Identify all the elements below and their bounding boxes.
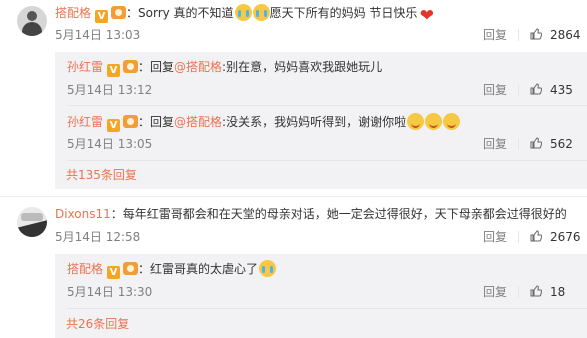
like-button[interactable]: 435 bbox=[530, 82, 573, 98]
comment-content: Dixons11：每年红雷哥都会和在天堂的母亲对话，她一定会过得很好，天下母亲都… bbox=[55, 205, 567, 223]
like-count: 18 bbox=[550, 285, 566, 299]
reply-separator bbox=[67, 105, 587, 106]
smile-emoji-icon bbox=[425, 113, 443, 130]
comment-text: ：Sorry 真的不知道 bbox=[126, 6, 234, 20]
verified-icon: V bbox=[95, 10, 109, 23]
reply-time: 5月14日 13:05 bbox=[67, 137, 153, 151]
divider bbox=[518, 84, 519, 96]
thumbs-up-icon bbox=[530, 83, 542, 95]
divider bbox=[518, 286, 519, 298]
smile-emoji-icon bbox=[407, 113, 425, 130]
thumbs-up-icon bbox=[530, 137, 542, 149]
divider bbox=[518, 138, 519, 150]
thumbs-up-icon bbox=[530, 28, 542, 40]
reply-text: :别在意，妈妈喜欢我跟她玩儿 bbox=[222, 60, 383, 74]
reply-time: 5月14日 13:12 bbox=[67, 83, 153, 97]
reply-button[interactable]: 回复 bbox=[483, 82, 507, 98]
thumbs-up-icon bbox=[530, 230, 542, 242]
like-button[interactable]: 2676 bbox=[530, 229, 581, 245]
comment-time: 5月14日 13:03 bbox=[55, 28, 141, 42]
reply-text: :没关系，我妈妈听得到，谢谢你啦 bbox=[222, 115, 407, 129]
reply-button[interactable]: 回复 bbox=[483, 229, 507, 245]
reply-prefix: ：回复 bbox=[138, 60, 175, 74]
reply-prefix: ：回复 bbox=[138, 115, 175, 129]
mention-link[interactable]: @搭配格 bbox=[174, 60, 222, 74]
smile-emoji-icon bbox=[443, 113, 461, 130]
user-name[interactable]: 搭配格 bbox=[67, 262, 103, 276]
comment-text-continued: 愿天下所有的妈妈 节日快乐 bbox=[269, 6, 418, 20]
crying-emoji-icon bbox=[259, 260, 277, 277]
heart-emoji-icon: ❤ bbox=[419, 6, 435, 26]
user-name[interactable]: 搭配格 bbox=[55, 6, 91, 20]
member-level-icon bbox=[111, 6, 127, 19]
avatar[interactable] bbox=[17, 6, 47, 36]
member-level-icon bbox=[123, 60, 139, 73]
reply-content: 孙红雷 V ：回复@搭配格:别在意，妈妈喜欢我跟她玩儿 bbox=[67, 58, 382, 77]
reply-button[interactable]: 回复 bbox=[483, 136, 507, 152]
comment-separator bbox=[0, 196, 587, 197]
mention-link[interactable]: @搭配格 bbox=[174, 115, 222, 129]
crying-emoji-icon bbox=[252, 4, 270, 21]
divider bbox=[518, 231, 519, 243]
comment-content: 搭配格 V ：Sorry 真的不知道 愿天下所有的妈妈 节日快乐 ❤ bbox=[55, 4, 435, 25]
reply-time: 5月14日 13:30 bbox=[67, 285, 153, 299]
reply-separator bbox=[67, 160, 587, 161]
reply-button[interactable]: 回复 bbox=[483, 284, 507, 300]
like-count: 435 bbox=[550, 83, 573, 97]
verified-icon: V bbox=[107, 119, 121, 132]
avatar[interactable] bbox=[17, 207, 47, 237]
like-button[interactable]: 18 bbox=[530, 284, 565, 300]
member-level-icon bbox=[123, 115, 139, 128]
reply-content: 搭配格 V ：红雷哥真的太虐心了 bbox=[67, 260, 277, 279]
reply-content: 孙红雷 V ：回复@搭配格:没关系，我妈妈听得到，谢谢你啦 bbox=[67, 113, 461, 132]
comment-time: 5月14日 12:58 bbox=[55, 230, 141, 244]
reply-text: ：红雷哥真的太虐心了 bbox=[138, 262, 259, 276]
user-name[interactable]: 孙红雷 bbox=[67, 115, 103, 129]
reply-separator bbox=[67, 308, 587, 309]
divider bbox=[518, 29, 519, 41]
verified-icon: V bbox=[107, 266, 121, 279]
thumbs-up-icon bbox=[530, 285, 542, 297]
like-button[interactable]: 562 bbox=[530, 136, 573, 152]
like-button[interactable]: 2864 bbox=[530, 27, 581, 43]
more-replies-link[interactable]: 共26条回复 bbox=[66, 316, 129, 332]
user-name[interactable]: Dixons11 bbox=[55, 207, 111, 221]
crying-emoji-icon bbox=[234, 4, 252, 21]
more-replies-link[interactable]: 共135条回复 bbox=[66, 167, 137, 183]
comment-text: ：每年红雷哥都会和在天堂的母亲对话，她一定会过得很好，天下母亲都会过得很好的 bbox=[110, 207, 567, 221]
like-count: 2864 bbox=[550, 28, 581, 42]
verified-icon: V bbox=[107, 64, 121, 77]
user-name[interactable]: 孙红雷 bbox=[67, 60, 103, 74]
member-level-icon bbox=[123, 262, 139, 275]
like-count: 562 bbox=[550, 137, 573, 151]
reply-button[interactable]: 回复 bbox=[483, 27, 507, 43]
like-count: 2676 bbox=[550, 230, 581, 244]
